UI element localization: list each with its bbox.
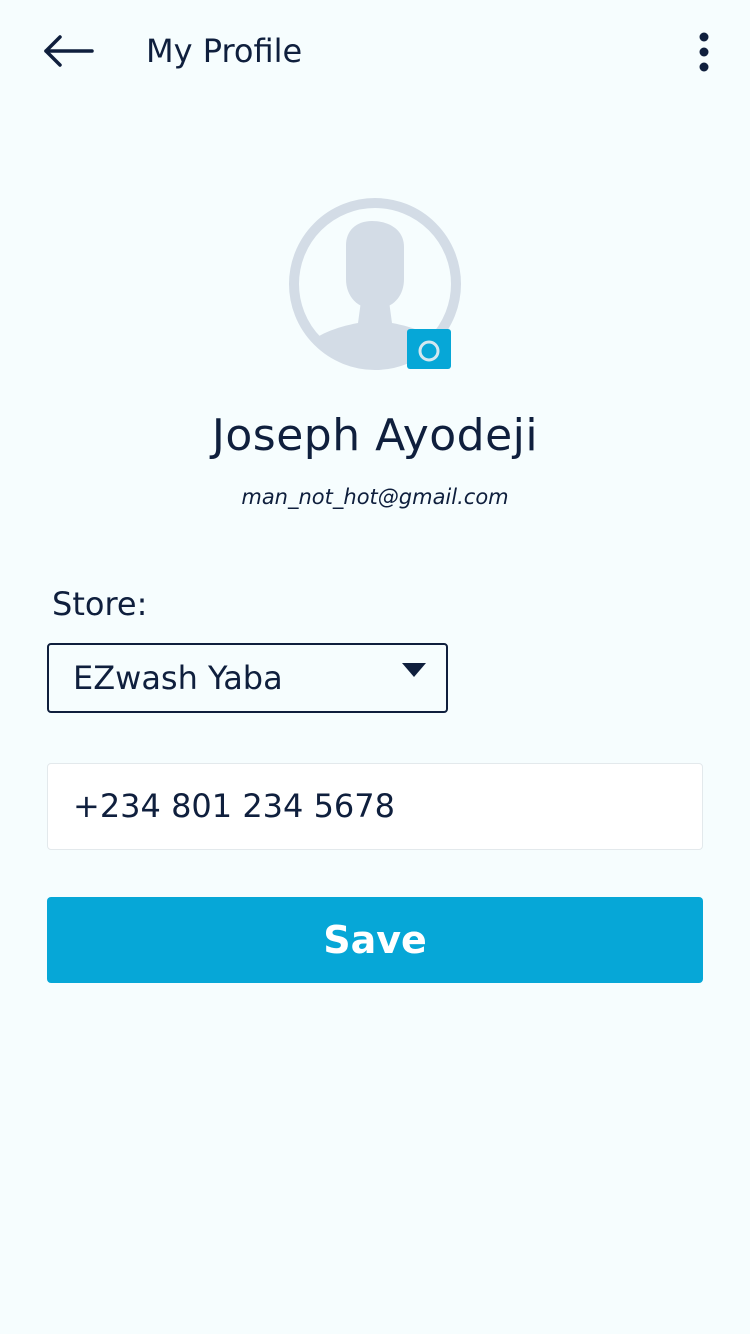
save-button[interactable]: Save bbox=[47, 897, 703, 983]
change-photo-button[interactable] bbox=[407, 329, 451, 369]
page-title: My Profile bbox=[146, 32, 303, 70]
caret-down-icon bbox=[402, 663, 426, 677]
back-button[interactable] bbox=[40, 30, 96, 74]
phone-input[interactable]: +234 801 234 5678 bbox=[47, 763, 703, 850]
app-header: My Profile bbox=[0, 0, 750, 100]
camera-icon bbox=[418, 331, 440, 362]
user-name: Joseph Ayodeji bbox=[211, 410, 539, 461]
phone-value: +234 801 234 5678 bbox=[73, 787, 395, 825]
more-vertical-icon bbox=[699, 32, 709, 72]
more-options-button[interactable] bbox=[684, 30, 724, 76]
arrow-left-icon bbox=[44, 35, 94, 67]
store-label: Store: bbox=[52, 585, 148, 623]
avatar[interactable] bbox=[288, 197, 462, 371]
store-selected-value: EZwash Yaba bbox=[73, 659, 283, 697]
user-email: man_not_hot@gmail.com bbox=[241, 485, 509, 509]
store-dropdown[interactable]: EZwash Yaba bbox=[47, 643, 448, 713]
